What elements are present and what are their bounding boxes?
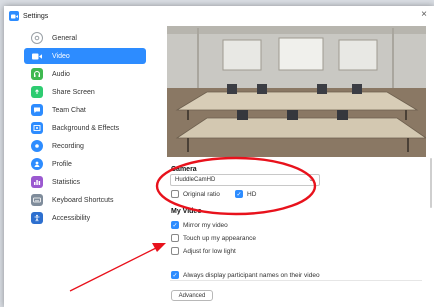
always-display-names-option[interactable]: ✓ Always display participant names on th… (171, 271, 320, 279)
sidebar-item-video[interactable]: Video (24, 48, 146, 64)
sidebar-item-label: Team Chat (52, 106, 86, 114)
sidebar-item-label: Profile (52, 160, 72, 168)
original-ratio-option[interactable]: Original ratio (171, 190, 220, 198)
close-button[interactable]: × (418, 9, 430, 21)
sidebar-item-profile[interactable]: Profile (24, 156, 146, 172)
record-icon (31, 140, 43, 152)
sidebar-item-background-effects[interactable]: Background & Effects (24, 120, 146, 136)
advanced-button[interactable]: Advanced (171, 290, 213, 301)
mirror-video-option[interactable]: ✓ Mirror my video (171, 221, 228, 229)
sidebar-item-general[interactable]: General (24, 30, 146, 46)
video-camera-icon (31, 50, 43, 62)
camera-select-value: HuddleCamHD (175, 177, 216, 183)
settings-sidebar: General Video Audio Share Screen Team Ch… (4, 26, 156, 307)
low-light-option[interactable]: Adjust for low light (171, 247, 236, 255)
chevron-down-icon: ⌄ (308, 176, 314, 183)
share-screen-icon (31, 86, 43, 98)
sidebar-item-label: Accessibility (52, 214, 91, 222)
always-display-names-label: Always display participant names on thei… (183, 271, 320, 279)
chat-icon (31, 104, 43, 116)
hd-label: HD (247, 190, 257, 198)
sidebar-item-recording[interactable]: Recording (24, 138, 146, 154)
sidebar-item-keyboard-shortcuts[interactable]: Keyboard Shortcuts (24, 192, 146, 208)
sidebar-item-statistics[interactable]: Statistics (24, 174, 146, 190)
sidebar-item-label: Video (52, 52, 70, 60)
low-light-checkbox[interactable] (171, 247, 179, 255)
section-divider (170, 280, 422, 281)
my-video-section-title: My Video (171, 208, 202, 215)
original-ratio-label: Original ratio (183, 190, 220, 198)
settings-window: Settings × General Video Audio Share Scr… (4, 6, 434, 307)
headphones-icon (31, 68, 43, 80)
video-settings-panel: Camera HuddleCamHD ⌄ Original ratio ✓ HD… (156, 26, 434, 307)
sidebar-item-label: Share Screen (52, 88, 95, 96)
sidebar-item-accessibility[interactable]: Accessibility (24, 210, 146, 226)
original-ratio-checkbox[interactable] (171, 190, 179, 198)
touch-up-label: Touch up my appearance (183, 234, 256, 242)
background-icon (31, 122, 43, 134)
hd-option[interactable]: ✓ HD (235, 190, 256, 198)
zoom-app-icon (9, 11, 19, 21)
sidebar-item-label: Keyboard Shortcuts (52, 196, 114, 204)
window-title: Settings (23, 12, 49, 20)
sidebar-item-label: General (52, 34, 77, 42)
camera-section-title: Camera (171, 166, 197, 173)
always-display-names-checkbox[interactable]: ✓ (171, 271, 179, 279)
scrollbar[interactable] (430, 158, 432, 208)
sidebar-item-label: Background & Effects (52, 124, 120, 132)
camera-preview (167, 26, 426, 157)
touch-up-checkbox[interactable] (171, 234, 179, 242)
sidebar-item-label: Statistics (52, 178, 81, 186)
profile-icon (31, 158, 43, 170)
gear-icon (31, 32, 43, 44)
touch-up-option[interactable]: Touch up my appearance (171, 234, 256, 242)
title-bar: Settings × (4, 6, 434, 26)
sidebar-item-label: Audio (52, 70, 70, 78)
mirror-video-checkbox[interactable]: ✓ (171, 221, 179, 229)
sidebar-item-audio[interactable]: Audio (24, 66, 146, 82)
sidebar-item-team-chat[interactable]: Team Chat (24, 102, 146, 118)
mirror-video-label: Mirror my video (183, 221, 228, 229)
statistics-icon (31, 176, 43, 188)
hd-checkbox[interactable]: ✓ (235, 190, 243, 198)
keyboard-icon (31, 194, 43, 206)
conference-room-image (167, 26, 426, 157)
sidebar-item-share-screen[interactable]: Share Screen (24, 84, 146, 100)
accessibility-icon (31, 212, 43, 224)
sidebar-item-label: Recording (52, 142, 84, 150)
camera-select[interactable]: HuddleCamHD ⌄ (170, 174, 320, 186)
low-light-label: Adjust for low light (183, 247, 236, 255)
